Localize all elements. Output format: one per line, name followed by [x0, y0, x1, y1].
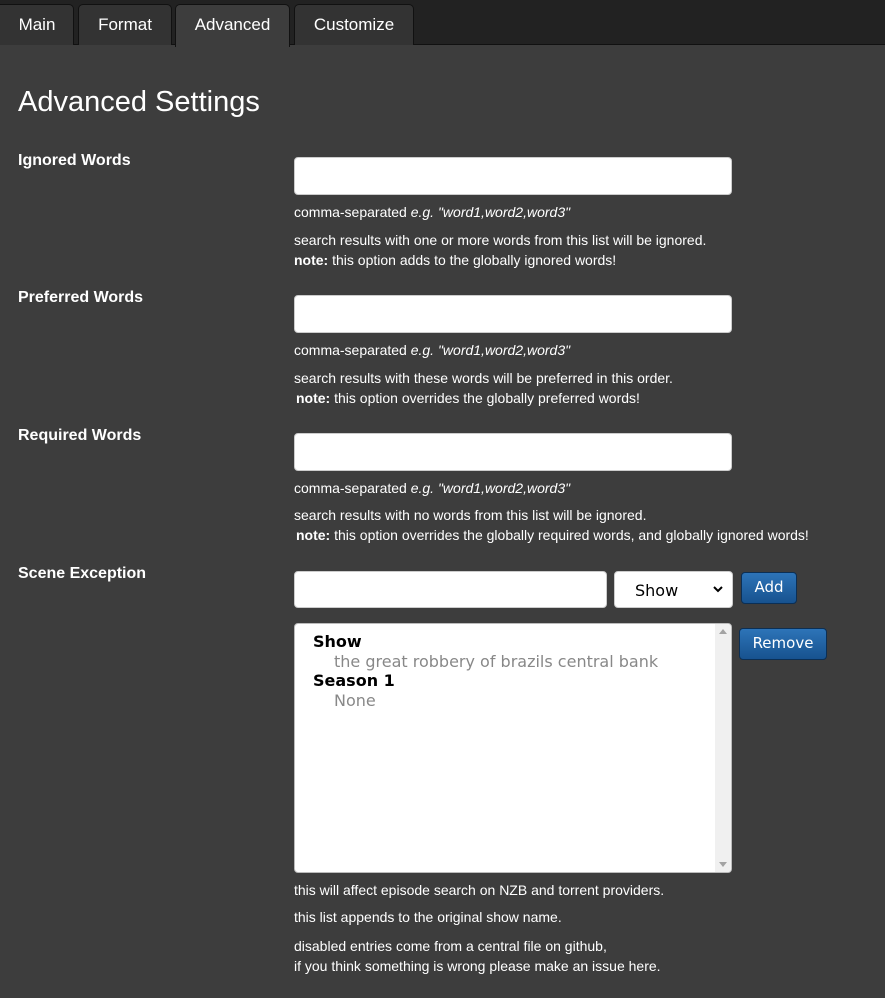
- chevron-down-icon: [713, 586, 723, 593]
- github-note-line-2: if you think something is wrong please m…: [294, 958, 661, 974]
- ignored-words-label: Ignored Words: [18, 152, 131, 169]
- hint-example: e.g. "word1,word2,word3": [410, 342, 571, 358]
- tab-bar: Main Format Advanced Customize: [0, 0, 885, 47]
- description-text: search results with one or more words fr…: [294, 232, 707, 248]
- scene-exception-note-2: this list appends to the original show n…: [294, 909, 562, 925]
- list-option[interactable]: the great robbery of brazils central ban…: [334, 652, 658, 671]
- ignored-words-format-hint: comma-separated e.g. "word1,word2,word3": [294, 202, 570, 222]
- note: note: this option overrides the globally…: [294, 525, 809, 545]
- season-select[interactable]: Show: [614, 571, 733, 608]
- tab-customize[interactable]: Customize: [294, 4, 414, 45]
- required-words-description: search results with no words from this l…: [294, 505, 809, 545]
- list-group-show: Show: [313, 632, 362, 651]
- page-title: Advanced Settings: [18, 86, 260, 118]
- note-label: note:: [296, 527, 331, 543]
- tab-format[interactable]: Format: [78, 4, 172, 45]
- required-words-input[interactable]: [294, 433, 732, 471]
- remove-button[interactable]: Remove: [739, 628, 827, 660]
- description-text: search results with no words from this l…: [294, 507, 647, 523]
- note-label: note:: [296, 390, 331, 406]
- ignored-words-input[interactable]: [294, 157, 732, 195]
- hint-prefix: comma-separated: [294, 480, 411, 496]
- preferred-words-description: search results with these words will be …: [294, 368, 673, 408]
- hint-prefix: comma-separated: [294, 342, 411, 358]
- hint-prefix: comma-separated: [294, 204, 411, 220]
- note: note: this option overrides the globally…: [294, 388, 673, 408]
- note: note: this option adds to the globally i…: [294, 250, 706, 270]
- note-label: note:: [294, 252, 329, 268]
- scene-exception-list[interactable]: Show the great robbery of brazils centra…: [294, 623, 732, 873]
- scene-exception-label: Scene Exception: [18, 565, 147, 582]
- add-button[interactable]: Add: [741, 572, 797, 604]
- github-note-line-1: disabled entries come from a central fil…: [294, 938, 607, 954]
- tab-advanced[interactable]: Advanced: [175, 4, 290, 47]
- list-option[interactable]: None: [334, 691, 376, 710]
- hint-example: e.g. "word1,word2,word3": [410, 480, 571, 496]
- note-text: this option overrides the globally prefe…: [330, 390, 640, 406]
- scrollbar[interactable]: [715, 624, 731, 872]
- scene-exception-note-1: this will affect episode search on NZB a…: [294, 882, 665, 898]
- season-select-value: Show: [635, 581, 679, 600]
- scene-exception-note-3: disabled entries come from a central fil…: [294, 936, 661, 976]
- note-text: this option adds to the globally ignored…: [328, 252, 617, 268]
- preferred-words-format-hint: comma-separated e.g. "word1,word2,word3": [294, 340, 570, 360]
- description-text: search results with these words will be …: [294, 370, 673, 386]
- scene-exception-input[interactable]: [294, 571, 607, 608]
- tab-main[interactable]: Main: [0, 4, 74, 45]
- preferred-words-label: Preferred Words: [18, 289, 144, 306]
- note-text: this option overrides the globally requi…: [330, 527, 809, 543]
- required-words-label: Required Words: [18, 427, 142, 444]
- required-words-format-hint: comma-separated e.g. "word1,word2,word3": [294, 478, 570, 498]
- list-group-season-1: Season 1: [313, 671, 395, 690]
- preferred-words-input[interactable]: [294, 295, 732, 333]
- scroll-down-icon[interactable]: [719, 862, 727, 867]
- ignored-words-description: search results with one or more words fr…: [294, 230, 706, 270]
- scroll-up-icon[interactable]: [719, 629, 727, 634]
- hint-example: e.g. "word1,word2,word3": [410, 204, 571, 220]
